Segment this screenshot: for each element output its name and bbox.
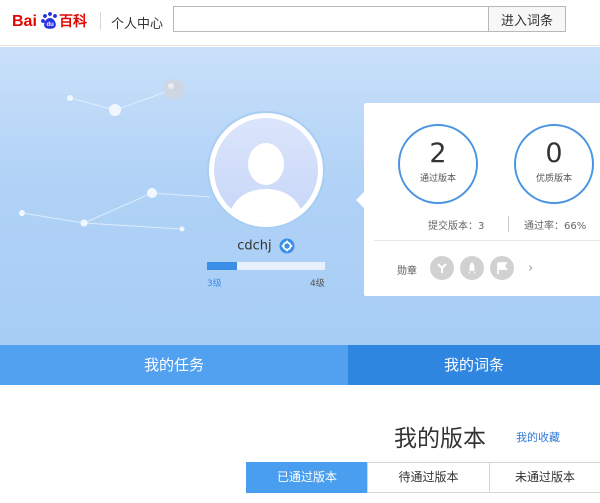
- search-input[interactable]: [173, 6, 489, 32]
- passed-versions-label: 通过版本: [419, 174, 456, 184]
- next-level: 4级: [310, 279, 325, 289]
- meta-divider: [508, 216, 509, 232]
- username-row: cdchj: [200, 238, 332, 254]
- tab-passed-versions[interactable]: 已通过版本: [246, 462, 368, 493]
- version-tabs: 已通过版本 待通过版本 未通过版本: [246, 462, 600, 493]
- card-pointer: [356, 192, 364, 208]
- badge-y-icon[interactable]: [430, 256, 454, 280]
- personal-center-link[interactable]: 个人中心: [111, 13, 163, 32]
- baidu-baike-logo[interactable]: Bai du 百科: [12, 9, 92, 31]
- default-avatar-icon: [214, 118, 318, 222]
- username: cdchj: [237, 238, 272, 254]
- card-divider: [374, 240, 600, 241]
- svg-text:百科: 百科: [59, 13, 87, 30]
- tab-my-entries[interactable]: 我的词条: [348, 345, 600, 385]
- level-progress-bar: [207, 262, 325, 270]
- quality-versions-label: 优质版本: [535, 174, 572, 184]
- passed-versions-stat[interactable]: 2 通过版本: [398, 124, 478, 204]
- tab-my-tasks[interactable]: 我的任务: [0, 345, 348, 385]
- submitted-versions: 提交版本：3: [428, 221, 485, 232]
- svg-text:Bai: Bai: [12, 13, 37, 30]
- badge-rocket-icon[interactable]: [460, 256, 484, 280]
- svg-text:du: du: [47, 22, 55, 28]
- my-favorites-link[interactable]: 我的收藏: [516, 429, 560, 445]
- badge-flag-icon[interactable]: [490, 256, 514, 280]
- avatar[interactable]: [207, 111, 325, 229]
- badges-label: 勋章: [397, 266, 417, 277]
- passed-versions-count: 2: [429, 138, 447, 169]
- badges-next-arrow-icon[interactable]: ›: [528, 261, 533, 276]
- level-progress-fill: [207, 262, 237, 270]
- top-bar: Bai du 百科 个人中心 进入词条: [0, 0, 600, 46]
- profile-hero: cdchj 3级 4级: [0, 47, 600, 345]
- tab-rejected-versions[interactable]: 未通过版本: [489, 462, 600, 493]
- enter-entry-button[interactable]: 进入词条: [488, 6, 566, 32]
- main-tabs: 我的任务 我的词条: [0, 345, 600, 385]
- quality-versions-stat[interactable]: 0 优质版本: [514, 124, 594, 204]
- header-divider: [100, 12, 101, 30]
- section-title: 我的版本: [394, 426, 486, 452]
- pass-rate: 通过率：66%: [524, 221, 587, 232]
- current-level: 3级: [207, 279, 222, 289]
- settings-gear-icon[interactable]: [279, 238, 295, 254]
- quality-versions-count: 0: [545, 138, 563, 169]
- tab-pending-versions[interactable]: 待通过版本: [367, 462, 490, 493]
